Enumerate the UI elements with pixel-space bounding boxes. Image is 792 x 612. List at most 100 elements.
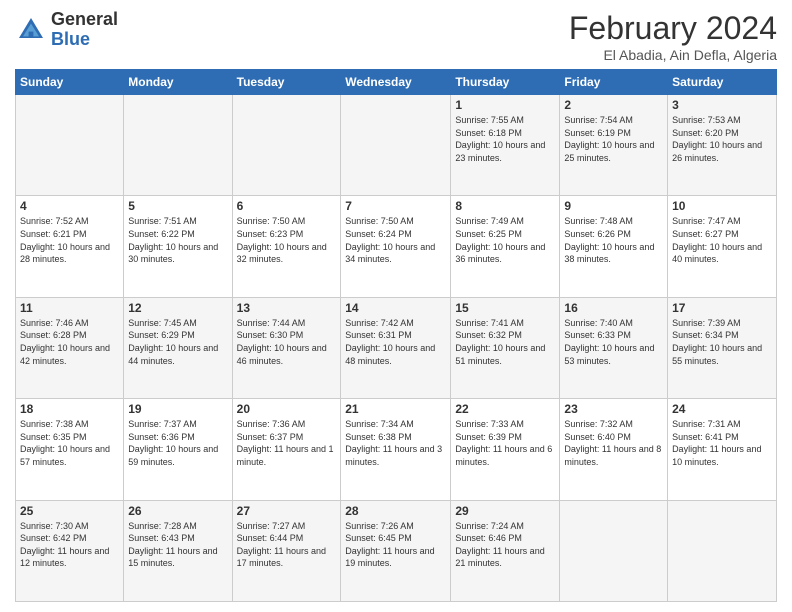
day-number: 12	[128, 301, 227, 315]
day-info: Sunrise: 7:46 AMSunset: 6:28 PMDaylight:…	[20, 318, 110, 366]
week-row-5: 25 Sunrise: 7:30 AMSunset: 6:42 PMDayligh…	[16, 500, 777, 601]
day-number: 17	[672, 301, 772, 315]
day-number: 3	[672, 98, 772, 112]
logo-blue-text: Blue	[51, 29, 90, 49]
day-number: 14	[345, 301, 446, 315]
day-cell: 16Sunrise: 7:40 AMSunset: 6:33 PMDayligh…	[560, 297, 668, 398]
day-number: 20	[237, 402, 337, 416]
week-row-3: 11 Sunrise: 7:46 AMSunset: 6:28 PMDayligh…	[16, 297, 777, 398]
day-info: Sunrise: 7:49 AMSunset: 6:25 PMDaylight:…	[455, 216, 545, 264]
weekday-header-tuesday: Tuesday	[232, 70, 341, 95]
day-info: Sunrise: 7:51 AMSunset: 6:22 PMDaylight:…	[128, 216, 218, 264]
day-cell: 29 Sunrise: 7:24 AMSunset: 6:46 PMDayligh…	[451, 500, 560, 601]
day-cell: 23Sunrise: 7:32 AMSunset: 6:40 PMDayligh…	[560, 399, 668, 500]
day-cell	[341, 95, 451, 196]
day-cell	[124, 95, 232, 196]
week-row-4: 18 Sunrise: 7:38 AMSunset: 6:35 PMDayligh…	[16, 399, 777, 500]
day-info: Sunrise: 7:30 AMSunset: 6:42 PMDaylight:…	[20, 521, 109, 569]
day-number: 23	[564, 402, 663, 416]
day-number: 1	[455, 98, 555, 112]
calendar: SundayMondayTuesdayWednesdayThursdayFrid…	[15, 69, 777, 602]
day-info: Sunrise: 7:50 AMSunset: 6:24 PMDaylight:…	[345, 216, 435, 264]
day-cell: 28 Sunrise: 7:26 AMSunset: 6:45 PMDayligh…	[341, 500, 451, 601]
day-cell	[16, 95, 124, 196]
day-number: 21	[345, 402, 446, 416]
day-cell	[232, 95, 341, 196]
day-cell: 4Sunrise: 7:52 AMSunset: 6:21 PMDaylight…	[16, 196, 124, 297]
weekday-header-row: SundayMondayTuesdayWednesdayThursdayFrid…	[16, 70, 777, 95]
day-info: Sunrise: 7:26 AMSunset: 6:45 PMDaylight:…	[345, 521, 434, 569]
day-cell: 8 Sunrise: 7:49 AMSunset: 6:25 PMDaylight…	[451, 196, 560, 297]
day-info: Sunrise: 7:24 AMSunset: 6:46 PMDaylight:…	[455, 521, 544, 569]
day-cell: 2 Sunrise: 7:54 AMSunset: 6:19 PMDaylight…	[560, 95, 668, 196]
location: El Abadia, Ain Defla, Algeria	[569, 47, 777, 63]
logo-icon	[15, 14, 47, 46]
logo: General Blue	[15, 10, 118, 50]
day-info: Sunrise: 7:42 AMSunset: 6:31 PMDaylight:…	[345, 318, 435, 366]
day-number: 26	[128, 504, 227, 518]
day-number: 27	[237, 504, 337, 518]
weekday-header-thursday: Thursday	[451, 70, 560, 95]
day-info: Sunrise: 7:48 AMSunset: 6:26 PMDaylight:…	[564, 216, 654, 264]
day-cell: 17Sunrise: 7:39 AMSunset: 6:34 PMDayligh…	[668, 297, 777, 398]
day-info: Sunrise: 7:33 AMSunset: 6:39 PMDaylight:…	[455, 419, 552, 467]
day-number: 25	[20, 504, 119, 518]
day-cell	[668, 500, 777, 601]
weekday-header-friday: Friday	[560, 70, 668, 95]
day-cell: 5 Sunrise: 7:51 AMSunset: 6:22 PMDaylight…	[124, 196, 232, 297]
day-cell: 10 Sunrise: 7:47 AMSunset: 6:27 PMDayligh…	[668, 196, 777, 297]
day-number: 8	[455, 199, 555, 213]
day-info: Sunrise: 7:44 AMSunset: 6:30 PMDaylight:…	[237, 318, 327, 366]
day-cell: 21 Sunrise: 7:34 AMSunset: 6:38 PMDayligh…	[341, 399, 451, 500]
day-number: 28	[345, 504, 446, 518]
day-info: Sunrise: 7:40 AMSunset: 6:33 PMDaylight:…	[564, 318, 654, 366]
month-title: February 2024	[569, 10, 777, 47]
day-info: Sunrise: 7:50 AMSunset: 6:23 PMDaylight:…	[237, 216, 327, 264]
day-cell: 13 Sunrise: 7:44 AMSunset: 6:30 PMDayligh…	[232, 297, 341, 398]
day-info: Sunrise: 7:54 AMSunset: 6:19 PMDaylight:…	[564, 115, 654, 163]
day-cell: 6 Sunrise: 7:50 AMSunset: 6:23 PMDaylight…	[232, 196, 341, 297]
day-number: 7	[345, 199, 446, 213]
day-number: 15	[455, 301, 555, 315]
week-row-2: 4Sunrise: 7:52 AMSunset: 6:21 PMDaylight…	[16, 196, 777, 297]
day-cell: 11 Sunrise: 7:46 AMSunset: 6:28 PMDayligh…	[16, 297, 124, 398]
day-info: Sunrise: 7:36 AMSunset: 6:37 PMDaylight:…	[237, 419, 334, 467]
day-cell: 26 Sunrise: 7:28 AMSunset: 6:43 PMDayligh…	[124, 500, 232, 601]
day-info: Sunrise: 7:38 AMSunset: 6:35 PMDaylight:…	[20, 419, 110, 467]
day-info: Sunrise: 7:47 AMSunset: 6:27 PMDaylight:…	[672, 216, 762, 264]
day-number: 5	[128, 199, 227, 213]
day-number: 6	[237, 199, 337, 213]
day-cell: 14 Sunrise: 7:42 AMSunset: 6:31 PMDayligh…	[341, 297, 451, 398]
weekday-header-saturday: Saturday	[668, 70, 777, 95]
day-info: Sunrise: 7:45 AMSunset: 6:29 PMDaylight:…	[128, 318, 218, 366]
weekday-header-sunday: Sunday	[16, 70, 124, 95]
page: General Blue February 2024 El Abadia, Ai…	[0, 0, 792, 612]
day-cell: 12 Sunrise: 7:45 AMSunset: 6:29 PMDayligh…	[124, 297, 232, 398]
day-cell: 22 Sunrise: 7:33 AMSunset: 6:39 PMDayligh…	[451, 399, 560, 500]
day-number: 22	[455, 402, 555, 416]
day-info: Sunrise: 7:27 AMSunset: 6:44 PMDaylight:…	[237, 521, 326, 569]
day-cell: 20 Sunrise: 7:36 AMSunset: 6:37 PMDayligh…	[232, 399, 341, 500]
day-info: Sunrise: 7:31 AMSunset: 6:41 PMDaylight:…	[672, 419, 761, 467]
weekday-header-wednesday: Wednesday	[341, 70, 451, 95]
day-number: 4	[20, 199, 119, 213]
day-cell: 3Sunrise: 7:53 AMSunset: 6:20 PMDaylight…	[668, 95, 777, 196]
day-cell: 19Sunrise: 7:37 AMSunset: 6:36 PMDayligh…	[124, 399, 232, 500]
day-number: 9	[564, 199, 663, 213]
day-info: Sunrise: 7:41 AMSunset: 6:32 PMDaylight:…	[455, 318, 545, 366]
day-cell: 15 Sunrise: 7:41 AMSunset: 6:32 PMDayligh…	[451, 297, 560, 398]
week-row-1: 1Sunrise: 7:55 AMSunset: 6:18 PMDaylight…	[16, 95, 777, 196]
day-number: 29	[455, 504, 555, 518]
day-cell: 1Sunrise: 7:55 AMSunset: 6:18 PMDaylight…	[451, 95, 560, 196]
day-number: 2	[564, 98, 663, 112]
day-number: 18	[20, 402, 119, 416]
day-number: 13	[237, 301, 337, 315]
day-number: 11	[20, 301, 119, 315]
day-info: Sunrise: 7:28 AMSunset: 6:43 PMDaylight:…	[128, 521, 217, 569]
day-info: Sunrise: 7:34 AMSunset: 6:38 PMDaylight:…	[345, 419, 442, 467]
day-number: 24	[672, 402, 772, 416]
day-cell: 24 Sunrise: 7:31 AMSunset: 6:41 PMDayligh…	[668, 399, 777, 500]
day-cell: 7 Sunrise: 7:50 AMSunset: 6:24 PMDaylight…	[341, 196, 451, 297]
day-number: 10	[672, 199, 772, 213]
day-cell: 27 Sunrise: 7:27 AMSunset: 6:44 PMDayligh…	[232, 500, 341, 601]
